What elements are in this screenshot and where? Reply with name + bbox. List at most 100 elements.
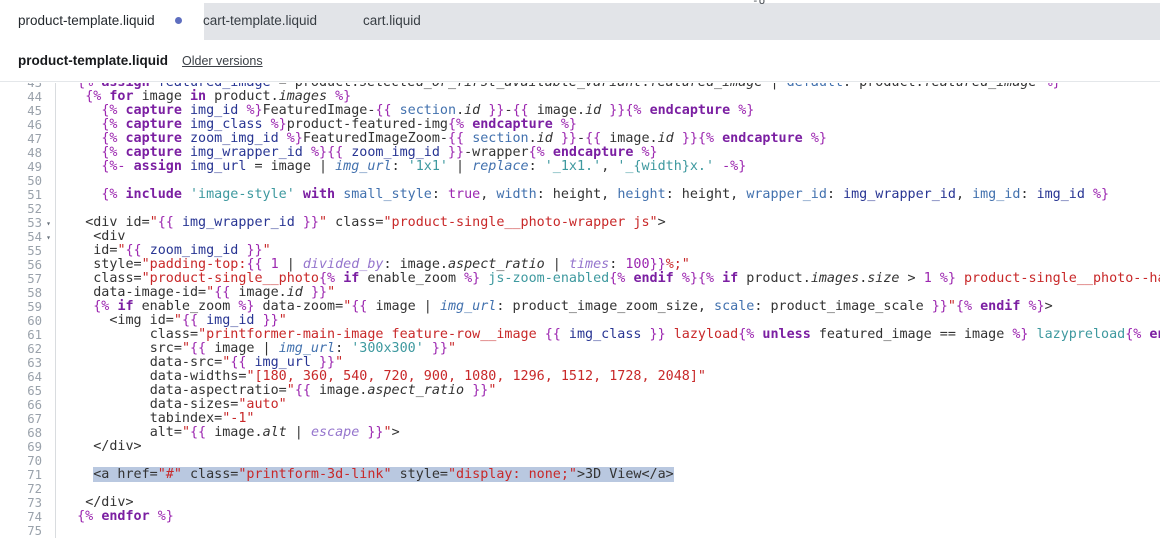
line-number: 44 bbox=[0, 90, 42, 104]
code-line[interactable]: {% endfor %} bbox=[55, 510, 174, 524]
code-line[interactable]: {%- assign img_url = image | img_url: '1… bbox=[55, 160, 746, 174]
line-number: 57 bbox=[0, 272, 42, 286]
code-line[interactable]: {% capture zoom_img_id %}FeaturedImageZo… bbox=[55, 132, 827, 146]
gutter-cell: 45 bbox=[0, 104, 55, 118]
line-number: 70 bbox=[0, 454, 42, 468]
code-line[interactable]: data-sizes="auto" bbox=[55, 398, 287, 412]
code-line[interactable] bbox=[55, 482, 61, 496]
code-line[interactable]: <div bbox=[55, 230, 126, 244]
line-number: 49 bbox=[0, 160, 42, 174]
fold-slot bbox=[42, 426, 55, 440]
line-number: 66 bbox=[0, 398, 42, 412]
gutter-cell: 65 bbox=[0, 384, 55, 398]
tab-cart-liquid[interactable]: cart.liquid bbox=[363, 0, 421, 40]
line-number: 59 bbox=[0, 300, 42, 314]
code-row: 45 {% capture img_id %}FeaturedImage-{{ … bbox=[0, 104, 1160, 118]
fold-slot bbox=[42, 286, 55, 300]
gutter-cell: 53▾ bbox=[0, 216, 55, 230]
line-number: 63 bbox=[0, 356, 42, 370]
code-editor[interactable]: 43 {% assign featured_image = product.se… bbox=[0, 83, 1160, 538]
gutter-cell: 61 bbox=[0, 328, 55, 342]
tab-cart-template-liquid[interactable]: cart-template.liquid bbox=[203, 0, 317, 40]
selected-text[interactable]: <a href="#" class="printform-3d-link" st… bbox=[93, 467, 674, 482]
code-line[interactable]: class="printformer-main-image feature-ro… bbox=[55, 328, 1160, 342]
code-line[interactable]: id="{{ zoom_img_id }}" bbox=[55, 244, 271, 258]
gutter-cell: 49 bbox=[0, 160, 55, 174]
code-line[interactable]: <img id="{{ img_id }}" bbox=[55, 314, 287, 328]
code-line[interactable]: </div> bbox=[55, 440, 142, 454]
line-number: 72 bbox=[0, 482, 42, 496]
code-line[interactable]: alt="{{ image.alt | escape }}"> bbox=[55, 426, 400, 440]
fold-slot bbox=[42, 398, 55, 412]
code-line[interactable]: {% capture img_wrapper_id %}{{ zoom_img_… bbox=[55, 146, 658, 160]
gutter-cell: 70 bbox=[0, 454, 55, 468]
code-row: 53▾ <div id="{{ img_wrapper_id }}" class… bbox=[0, 216, 1160, 230]
code-line[interactable]: data-aspectratio="{{ image.aspect_ratio … bbox=[55, 384, 496, 398]
code-line[interactable] bbox=[55, 524, 61, 538]
code-line[interactable]: {% capture img_class %}product-featured-… bbox=[55, 118, 577, 132]
line-number: 74 bbox=[0, 510, 42, 524]
fold-toggle-icon[interactable]: ▾ bbox=[42, 230, 55, 244]
code-line[interactable]: data-src="{{ img_url }}" bbox=[55, 356, 343, 370]
code-line[interactable]: {% capture img_id %}FeaturedImage-{{ sec… bbox=[55, 104, 754, 118]
code-line[interactable] bbox=[55, 174, 61, 188]
code-row: 62 src="{{ image | img_url: '300x300' }}… bbox=[0, 342, 1160, 356]
fold-slot bbox=[42, 258, 55, 272]
older-versions-link[interactable]: Older versions bbox=[182, 54, 263, 68]
fold-slot bbox=[42, 188, 55, 202]
unsaved-changes-dot-icon bbox=[175, 17, 182, 24]
gutter-cell: 46 bbox=[0, 118, 55, 132]
code-row: 64 data-widths="[180, 360, 540, 720, 900… bbox=[0, 370, 1160, 384]
line-number: 62 bbox=[0, 342, 42, 356]
fold-slot bbox=[42, 202, 55, 216]
line-number: 51 bbox=[0, 188, 42, 202]
gutter-cell: 54▾ bbox=[0, 230, 55, 244]
gutter-cell: 68 bbox=[0, 426, 55, 440]
code-line[interactable] bbox=[55, 454, 61, 468]
code-row: 50 bbox=[0, 174, 1160, 188]
fold-slot bbox=[42, 510, 55, 524]
code-line[interactable]: style="padding-top:{{ 1 | divided_by: im… bbox=[55, 258, 690, 272]
code-row: 68 alt="{{ image.alt | escape }}"> bbox=[0, 426, 1160, 440]
code-row: 54▾ <div bbox=[0, 230, 1160, 244]
fold-slot bbox=[42, 482, 55, 496]
code-line[interactable]: <a href="#" class="printform-3d-link" st… bbox=[55, 468, 674, 482]
gutter-cell: 74 bbox=[0, 510, 55, 524]
code-line[interactable]: {% include 'image-style' with small_styl… bbox=[55, 188, 1109, 202]
code-line[interactable]: data-widths="[180, 360, 540, 720, 900, 1… bbox=[55, 370, 706, 384]
fold-slot bbox=[42, 83, 55, 90]
gutter-cell: 71 bbox=[0, 468, 55, 482]
fold-slot bbox=[42, 146, 55, 160]
code-line[interactable]: tabindex="-1" bbox=[55, 412, 255, 426]
gutter-cell: 48 bbox=[0, 146, 55, 160]
fold-slot bbox=[42, 132, 55, 146]
line-number: 58 bbox=[0, 286, 42, 300]
code-row: 49 {%- assign img_url = image | img_url:… bbox=[0, 160, 1160, 174]
code-line[interactable]: {% if enable_zoom %} data-zoom="{{ image… bbox=[55, 300, 1053, 314]
code-line[interactable]: data-image-id="{{ image.id }}" bbox=[55, 286, 335, 300]
fold-slot bbox=[42, 244, 55, 258]
fold-slot bbox=[42, 314, 55, 328]
code-line[interactable]: class="product-single__photo{% if enable… bbox=[55, 272, 1160, 286]
code-line[interactable]: </div> bbox=[55, 496, 134, 510]
code-line[interactable]: src="{{ image | img_url: '300x300' }}" bbox=[55, 342, 456, 356]
tab-product-template-liquid[interactable]: product-template.liquid bbox=[0, 0, 204, 40]
tab-label: cart.liquid bbox=[363, 13, 421, 28]
code-line[interactable]: {% for image in product.images %} bbox=[55, 90, 351, 104]
line-number: 71 bbox=[0, 468, 42, 482]
fold-slot bbox=[42, 356, 55, 370]
gutter-cell: 56 bbox=[0, 258, 55, 272]
code-row: 52 bbox=[0, 202, 1160, 216]
code-line[interactable] bbox=[55, 202, 61, 216]
code-line[interactable]: <div id="{{ img_wrapper_id }}" class="pr… bbox=[55, 216, 666, 230]
code-row: 61 class="printformer-main-image feature… bbox=[0, 328, 1160, 342]
fold-slot bbox=[42, 468, 55, 482]
line-number: 46 bbox=[0, 118, 42, 132]
code-row: 44 {% for image in product.images %} bbox=[0, 90, 1160, 104]
gutter-cell: 58 bbox=[0, 286, 55, 300]
code-row: 58 data-image-id="{{ image.id }}" bbox=[0, 286, 1160, 300]
line-number: 48 bbox=[0, 146, 42, 160]
line-number: 55 bbox=[0, 244, 42, 258]
tab-label: cart-template.liquid bbox=[203, 13, 317, 28]
fold-toggle-icon[interactable]: ▾ bbox=[42, 216, 55, 230]
